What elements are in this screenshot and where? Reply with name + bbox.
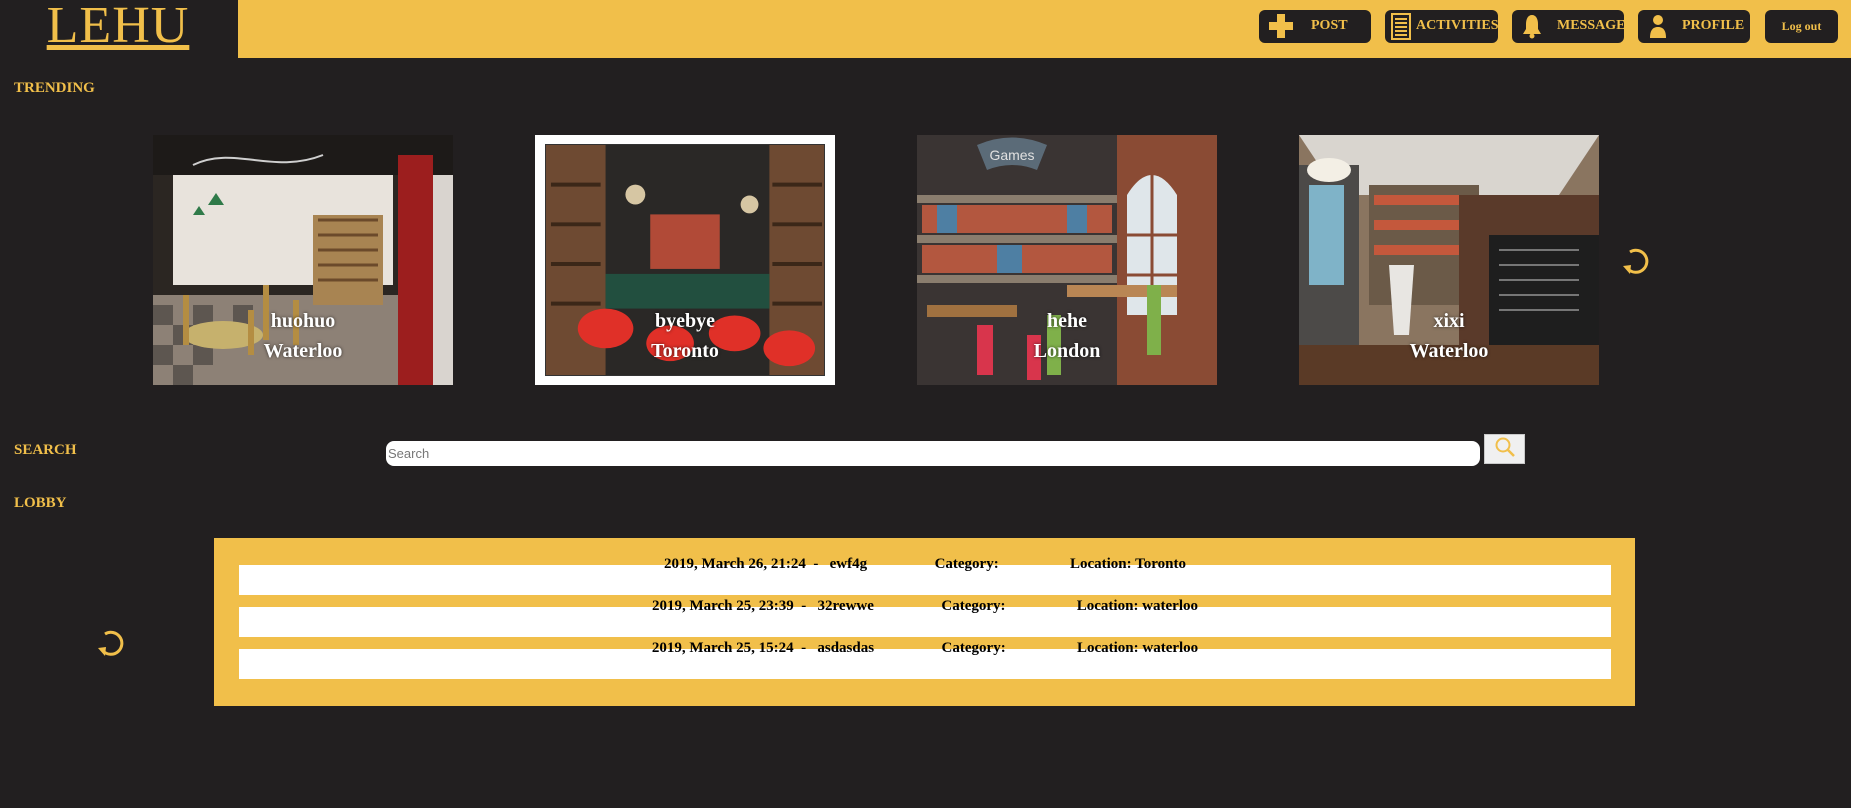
lobby-row[interactable]: 2019, March 25, 15:24 - asdasdas Categor… — [239, 640, 1611, 679]
lobby-refresh-icon[interactable] — [96, 626, 126, 665]
bell-icon — [1521, 13, 1543, 44]
trending-card[interactable]: xixi Waterloo — [1299, 135, 1599, 385]
activities-label: ACTIVITIES — [1416, 18, 1499, 33]
search-input[interactable] — [386, 441, 1480, 466]
logo[interactable]: LEHU — [47, 0, 190, 52]
trending-caption: huohuo Waterloo — [153, 306, 453, 366]
magnifier-icon — [1494, 436, 1516, 463]
lobby-list: 2019, March 26, 21:24 - ewf4g Category: … — [214, 538, 1635, 706]
trending-name: byebye — [655, 310, 715, 332]
post-button[interactable]: POST — [1259, 10, 1371, 43]
plus-icon — [1268, 13, 1294, 44]
trending-caption: hehe London — [917, 306, 1217, 366]
lobby-row[interactable]: 2019, March 25, 23:39 - 32rewwe Category… — [239, 598, 1611, 637]
trending-city: Waterloo — [263, 340, 343, 362]
trending-heading: TRENDING — [14, 80, 95, 96]
lobby-row-text: 2019, March 25, 15:24 - asdasdas Categor… — [651, 640, 1199, 656]
person-icon — [1647, 13, 1669, 44]
trending-name: huohuo — [270, 310, 336, 332]
trending-city: London — [1033, 340, 1101, 362]
profile-label: PROFILE — [1682, 18, 1745, 33]
message-button[interactable]: MESSAGE — [1512, 10, 1626, 44]
post-label: POST — [1311, 18, 1348, 33]
trending-city: Toronto — [651, 340, 719, 362]
list-icon — [1391, 13, 1411, 45]
logo-area: LEHU — [0, 0, 238, 58]
svg-text:Games: Games — [989, 147, 1034, 163]
lobby-row[interactable]: 2019, March 26, 21:24 - ewf4g Category: … — [239, 556, 1611, 595]
trending-caption: byebye Toronto — [535, 306, 835, 366]
lobby-row-text: 2019, March 26, 21:24 - ewf4g Category: … — [664, 556, 1186, 572]
lobby-heading: LOBBY — [14, 495, 67, 511]
search-heading: SEARCH — [14, 442, 77, 458]
trending-refresh-icon[interactable] — [1621, 244, 1651, 283]
trending-card[interactable]: Games hehe London — [917, 135, 1217, 385]
trending-caption: xixi Waterloo — [1299, 306, 1599, 366]
search-button[interactable] — [1484, 434, 1525, 464]
message-label: MESSAGE — [1557, 18, 1626, 33]
logout-button[interactable]: Log out — [1765, 10, 1838, 43]
trending-name: hehe — [1047, 310, 1087, 332]
profile-button[interactable]: PROFILE — [1638, 10, 1750, 43]
activities-button[interactable]: ACTIVITIES — [1385, 10, 1498, 43]
trending-city: Waterloo — [1409, 340, 1489, 362]
trending-card[interactable]: huohuo Waterloo — [153, 135, 453, 385]
trending-name: xixi — [1433, 310, 1465, 332]
trending-card[interactable]: byebye Toronto — [535, 135, 835, 385]
lobby-row-text: 2019, March 25, 23:39 - 32rewwe Category… — [651, 598, 1198, 614]
